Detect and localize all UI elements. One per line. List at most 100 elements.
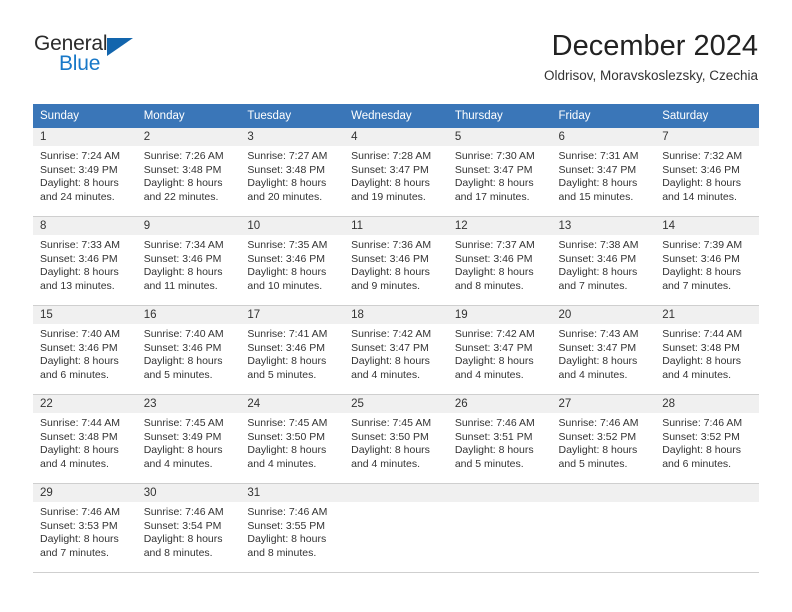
calendar-day-cell[interactable]: 17 Sunrise: 7:41 AM Sunset: 3:46 PM Dayligh… — [240, 306, 345, 395]
day-cell-inner: 7 Sunrise: 7:32 AM Sunset: 3:46 PM Daylight… — [655, 128, 759, 217]
calendar-day-cell[interactable]: 3 Sunrise: 7:27 AM Sunset: 3:48 PM Daylight… — [240, 128, 345, 217]
daylight-duration-line1: Daylight: 8 hours — [143, 177, 223, 189]
calendar-day-cell[interactable]: 5 Sunrise: 7:30 AM Sunset: 3:47 PM Daylight… — [447, 128, 552, 217]
sunset-time: Sunset: 3:46 PM — [247, 341, 326, 354]
day-sun-info: Sunrise: 7:40 AM Sunset: 3:46 PM Daylight:… — [33, 324, 137, 382]
day-sun-info: Sunrise: 7:32 AM Sunset: 3:46 PM Daylight:… — [655, 146, 759, 204]
day-sun-info — [344, 502, 448, 506]
day-sun-info: Sunrise: 7:46 AM Sunset: 3:52 PM Daylight:… — [552, 413, 656, 471]
calendar-day-cell[interactable] — [344, 484, 448, 573]
calendar-day-cell[interactable]: 9 Sunrise: 7:34 AM Sunset: 3:46 PM Daylight… — [136, 217, 241, 306]
daylight-duration-line2: and 7 minutes. — [40, 546, 109, 559]
sunrise-time: Sunrise: 7:39 AM — [662, 239, 743, 251]
calendar-day-cell[interactable]: 27 Sunrise: 7:46 AM Sunset: 3:52 PM Dayligh… — [551, 395, 656, 484]
sunrise-time: Sunrise: 7:24 AM — [40, 150, 120, 162]
calendar-day-cell[interactable]: 21 Sunrise: 7:44 AM Sunset: 3:48 PM Dayligh… — [655, 306, 759, 395]
day-number: 31 — [240, 484, 345, 502]
day-cell-inner: 26 Sunrise: 7:46 AM Sunset: 3:51 PM Dayligh… — [447, 395, 552, 484]
day-number: 26 — [447, 395, 552, 413]
daylight-duration-line1: Daylight: 8 hours — [558, 444, 638, 456]
calendar-day-cell[interactable]: 28 Sunrise: 7:46 AM Sunset: 3:52 PM Dayligh… — [655, 395, 759, 484]
daylight-duration-line2: and 10 minutes. — [247, 279, 323, 292]
daylight-duration-line2: and 15 minutes. — [558, 190, 634, 203]
calendar-day-cell[interactable]: 25 Sunrise: 7:45 AM Sunset: 3:50 PM Dayligh… — [344, 395, 448, 484]
daylight-duration-line1: Daylight: 8 hours — [558, 355, 638, 367]
calendar-day-cell[interactable]: 13 Sunrise: 7:38 AM Sunset: 3:46 PM Dayligh… — [551, 217, 656, 306]
daylight-duration-line1: Daylight: 8 hours — [558, 177, 638, 189]
calendar-day-cell[interactable]: 18 Sunrise: 7:42 AM Sunset: 3:47 PM Dayligh… — [344, 306, 448, 395]
calendar-day-cell[interactable]: 11 Sunrise: 7:36 AM Sunset: 3:46 PM Dayligh… — [344, 217, 448, 306]
daylight-duration-line2: and 4 minutes. — [351, 368, 420, 381]
day-cell-inner: 30 Sunrise: 7:46 AM Sunset: 3:54 PM Dayligh… — [136, 484, 241, 573]
day-number: 3 — [240, 128, 345, 146]
day-cell-inner: 16 Sunrise: 7:40 AM Sunset: 3:46 PM Dayligh… — [136, 306, 241, 395]
day-number: 18 — [344, 306, 448, 324]
calendar-day-cell[interactable]: 22 Sunrise: 7:44 AM Sunset: 3:48 PM Dayligh… — [33, 395, 137, 484]
calendar-body: 1 Sunrise: 7:24 AM Sunset: 3:49 PM Daylight… — [33, 128, 759, 573]
sunset-time: Sunset: 3:54 PM — [143, 519, 222, 532]
calendar-day-cell[interactable]: 7 Sunrise: 7:32 AM Sunset: 3:46 PM Daylight… — [655, 128, 759, 217]
day-sun-info: Sunrise: 7:42 AM Sunset: 3:47 PM Daylight:… — [448, 324, 552, 382]
calendar-day-cell[interactable] — [447, 484, 552, 573]
daylight-duration-line1: Daylight: 8 hours — [662, 266, 742, 278]
daylight-duration-line1: Daylight: 8 hours — [247, 533, 327, 545]
daylight-duration-line2: and 7 minutes. — [558, 279, 628, 292]
daylight-duration-line2: and 4 minutes. — [143, 457, 213, 470]
calendar-day-cell[interactable]: 4 Sunrise: 7:28 AM Sunset: 3:47 PM Daylight… — [344, 128, 448, 217]
sunset-time: Sunset: 3:52 PM — [558, 430, 637, 443]
sunrise-time: Sunrise: 7:31 AM — [558, 150, 639, 162]
calendar-day-cell[interactable]: 26 Sunrise: 7:46 AM Sunset: 3:51 PM Dayligh… — [447, 395, 552, 484]
calendar-day-cell[interactable]: 29 Sunrise: 7:46 AM Sunset: 3:53 PM Dayligh… — [33, 484, 137, 573]
calendar-day-cell[interactable] — [551, 484, 656, 573]
calendar-day-cell[interactable]: 1 Sunrise: 7:24 AM Sunset: 3:49 PM Daylight… — [33, 128, 137, 217]
sunrise-time: Sunrise: 7:26 AM — [143, 150, 224, 162]
calendar-day-cell[interactable]: 15 Sunrise: 7:40 AM Sunset: 3:46 PM Dayligh… — [33, 306, 137, 395]
sunrise-time: Sunrise: 7:46 AM — [558, 417, 639, 429]
daylight-duration-line2: and 4 minutes. — [662, 368, 732, 381]
daylight-duration-line2: and 5 minutes. — [454, 457, 524, 470]
day-cell-inner — [344, 484, 448, 573]
calendar-day-cell[interactable]: 23 Sunrise: 7:45 AM Sunset: 3:49 PM Dayligh… — [136, 395, 241, 484]
title-block: December 2024 Oldrisov, Moravskoslezsky,… — [544, 28, 758, 86]
sunrise-time: Sunrise: 7:44 AM — [40, 417, 120, 429]
day-sun-info: Sunrise: 7:30 AM Sunset: 3:47 PM Daylight:… — [448, 146, 552, 204]
calendar-day-cell[interactable]: 16 Sunrise: 7:40 AM Sunset: 3:46 PM Dayligh… — [136, 306, 241, 395]
calendar-day-cell[interactable]: 6 Sunrise: 7:31 AM Sunset: 3:47 PM Daylight… — [551, 128, 656, 217]
calendar-day-cell[interactable]: 24 Sunrise: 7:45 AM Sunset: 3:50 PM Dayligh… — [240, 395, 345, 484]
calendar-day-cell[interactable]: 30 Sunrise: 7:46 AM Sunset: 3:54 PM Dayligh… — [136, 484, 241, 573]
calendar-day-cell[interactable] — [655, 484, 759, 573]
calendar-day-cell[interactable]: 14 Sunrise: 7:39 AM Sunset: 3:46 PM Dayligh… — [655, 217, 759, 306]
sunrise-time: Sunrise: 7:46 AM — [247, 506, 328, 518]
calendar-day-cell[interactable]: 19 Sunrise: 7:42 AM Sunset: 3:47 PM Dayligh… — [447, 306, 552, 395]
day-cell-inner: 29 Sunrise: 7:46 AM Sunset: 3:53 PM Dayligh… — [33, 484, 137, 573]
day-sun-info: Sunrise: 7:45 AM Sunset: 3:49 PM Daylight:… — [137, 413, 241, 471]
day-cell-inner: 2 Sunrise: 7:26 AM Sunset: 3:48 PM Daylight… — [136, 128, 241, 217]
day-cell-inner: 23 Sunrise: 7:45 AM Sunset: 3:49 PM Dayligh… — [136, 395, 241, 484]
calendar-day-cell[interactable]: 31 Sunrise: 7:46 AM Sunset: 3:55 PM Dayligh… — [240, 484, 345, 573]
calendar-day-cell[interactable]: 20 Sunrise: 7:43 AM Sunset: 3:47 PM Dayligh… — [551, 306, 656, 395]
calendar-day-cell[interactable]: 8 Sunrise: 7:33 AM Sunset: 3:46 PM Daylight… — [33, 217, 137, 306]
sunset-time: Sunset: 3:46 PM — [247, 252, 326, 265]
daylight-duration-line2: and 4 minutes. — [40, 457, 109, 470]
day-sun-info: Sunrise: 7:46 AM Sunset: 3:52 PM Daylight:… — [655, 413, 759, 471]
sunset-time: Sunset: 3:46 PM — [662, 163, 740, 176]
day-sun-info: Sunrise: 7:41 AM Sunset: 3:46 PM Daylight:… — [240, 324, 344, 382]
logo-text-blue: Blue — [59, 52, 101, 75]
daylight-duration-line2: and 4 minutes. — [558, 368, 628, 381]
calendar-day-cell[interactable]: 10 Sunrise: 7:35 AM Sunset: 3:46 PM Dayligh… — [240, 217, 345, 306]
sunset-time: Sunset: 3:46 PM — [351, 252, 429, 265]
calendar-day-cell[interactable]: 12 Sunrise: 7:37 AM Sunset: 3:46 PM Dayligh… — [447, 217, 552, 306]
daylight-duration-line2: and 8 minutes. — [143, 546, 213, 559]
day-number: 7 — [655, 128, 759, 146]
general-blue-logo[interactable]: General Blue — [34, 33, 164, 79]
sunset-time: Sunset: 3:49 PM — [40, 163, 118, 176]
calendar-day-cell[interactable]: 2 Sunrise: 7:26 AM Sunset: 3:48 PM Daylight… — [136, 128, 241, 217]
day-sun-info — [552, 502, 656, 506]
sunrise-time: Sunrise: 7:33 AM — [40, 239, 120, 251]
daylight-duration-line2: and 22 minutes. — [143, 190, 219, 203]
sunrise-time: Sunrise: 7:41 AM — [247, 328, 328, 340]
sunrise-time: Sunrise: 7:46 AM — [40, 506, 120, 518]
day-number: 22 — [33, 395, 137, 413]
day-cell-inner: 28 Sunrise: 7:46 AM Sunset: 3:52 PM Dayligh… — [655, 395, 759, 484]
day-cell-inner: 5 Sunrise: 7:30 AM Sunset: 3:47 PM Daylight… — [447, 128, 552, 217]
